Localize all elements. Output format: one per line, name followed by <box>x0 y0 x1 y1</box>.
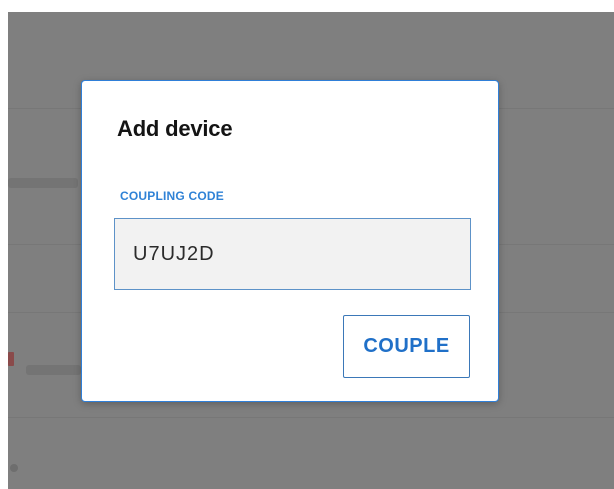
background-text-placeholder <box>26 365 81 375</box>
dialog-title: Add device <box>117 116 233 141</box>
couple-button[interactable]: COUPLE <box>343 315 470 378</box>
background-avatar <box>10 464 18 472</box>
background-text-placeholder <box>8 178 78 188</box>
coupling-code-label: COUPLING CODE <box>120 189 224 203</box>
add-device-dialog: Add device COUPLING CODE COUPLE <box>81 80 499 402</box>
coupling-code-input[interactable] <box>114 218 471 290</box>
background-divider <box>8 417 614 418</box>
background-status-marker <box>8 352 14 366</box>
